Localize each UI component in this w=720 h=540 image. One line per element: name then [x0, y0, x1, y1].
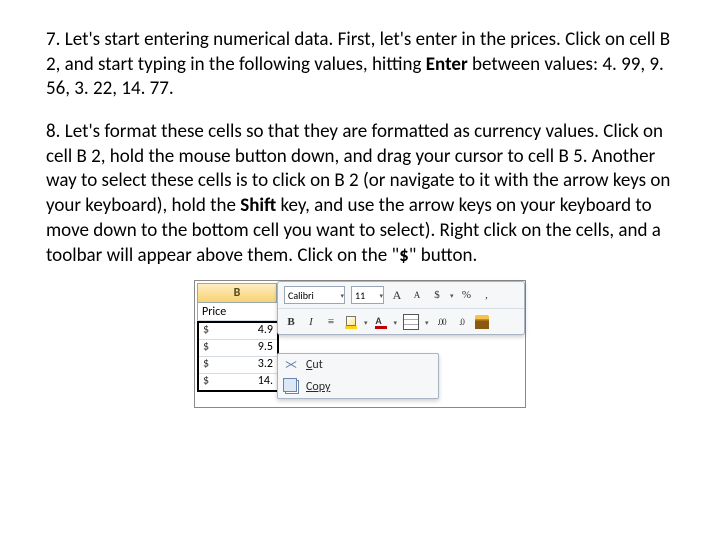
italic-button[interactable]: I [304, 315, 318, 329]
comma-format-button[interactable]: , [480, 288, 494, 302]
mini-toolbar: Calibri▾ 11▾ A A $▾ % , B I ≡ ▾ ▾ ▾ .00 … [277, 281, 525, 335]
cell-b4[interactable]: $3.2 [199, 357, 277, 374]
align-center-icon[interactable]: ≡ [324, 315, 338, 329]
increase-decimal-button[interactable]: .00 [435, 315, 449, 329]
decrease-decimal-button[interactable]: .0 [455, 315, 469, 329]
dropdown-icon[interactable]: ▾ [394, 318, 398, 327]
scissors-icon [284, 357, 300, 373]
excel-screenshot: Calibri▾ 11▾ A A $▾ % , B I ≡ ▾ ▾ ▾ .00 … [194, 280, 526, 408]
step-8-num: 8. [46, 120, 65, 143]
dropdown-icon[interactable]: ▾ [425, 318, 429, 327]
copy-icon [284, 379, 300, 395]
step-7: 7. Let's start entering numerical data. … [46, 28, 674, 102]
dropdown-icon[interactable]: ▾ [364, 318, 368, 327]
fill-color-button[interactable] [344, 315, 358, 329]
font-name-select[interactable]: Calibri▾ [284, 286, 345, 304]
row-header-price: Price [197, 303, 281, 321]
selected-range[interactable]: $4.9 $9.5 $3.2 $14. [197, 321, 279, 392]
context-copy[interactable]: Copy [278, 376, 438, 398]
percent-format-button[interactable]: % [460, 288, 474, 302]
step-8-shift: Shift [240, 194, 276, 217]
step-7-enter: Enter [426, 53, 468, 76]
context-menu: Cut Copy [277, 353, 439, 399]
step-8-dollar: $ [399, 244, 409, 267]
step-8: 8. Let's format these cells so that they… [46, 120, 674, 268]
context-cut[interactable]: Cut [278, 354, 438, 376]
bold-button[interactable]: B [284, 315, 298, 329]
step-8-text-3: " button. [409, 244, 478, 267]
cell-b2[interactable]: $4.9 [199, 323, 277, 340]
grow-font-icon[interactable]: A [390, 288, 404, 302]
dropdown-icon[interactable]: ▾ [450, 291, 454, 300]
borders-button[interactable] [403, 314, 419, 330]
shrink-font-icon[interactable]: A [410, 288, 424, 302]
cell-b5[interactable]: $14. [199, 374, 277, 390]
column-header-b[interactable]: B [197, 283, 277, 303]
accounting-format-button[interactable]: $ [430, 288, 444, 302]
format-painter-icon[interactable] [475, 315, 489, 329]
step-7-num: 7. [46, 28, 65, 51]
font-size-select[interactable]: 11▾ [351, 286, 384, 304]
cell-b3[interactable]: $9.5 [199, 340, 277, 357]
font-color-button[interactable] [374, 315, 388, 329]
